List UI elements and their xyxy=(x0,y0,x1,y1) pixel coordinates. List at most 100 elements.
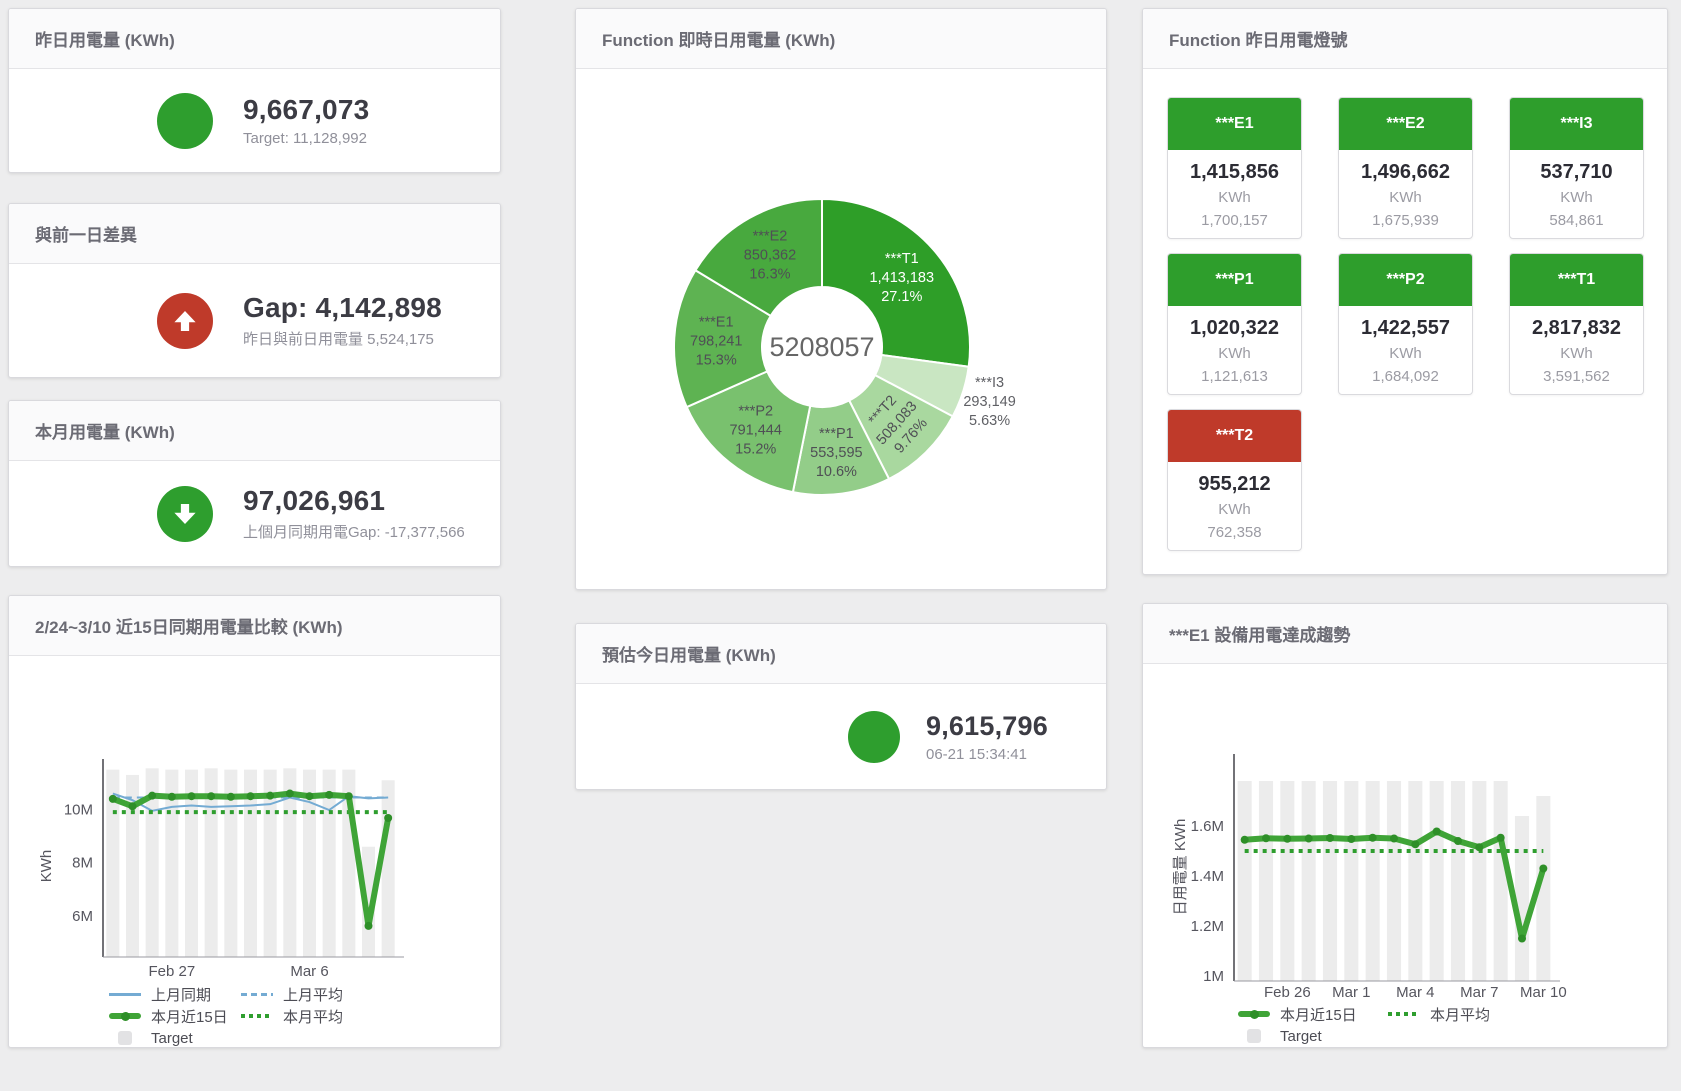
x-tick-label: Mar 10 xyxy=(1520,984,1567,1001)
stat-subtitle: Target: 11,128,992 xyxy=(243,130,369,147)
legend-item-本月平均[interactable]: 本月平均 xyxy=(1388,1004,1490,1024)
data-point xyxy=(1539,865,1547,873)
lamp-tile-previous-value: 1,684,092 xyxy=(1339,366,1472,389)
panel-lamp-status: Function 昨日用電燈號 ***E11,415,856KWh1,700,1… xyxy=(1142,8,1668,575)
target-bar xyxy=(1387,781,1401,981)
lamp-tile-name: ***P2 xyxy=(1339,254,1472,306)
legend-item-Target[interactable]: Target xyxy=(109,1028,241,1048)
legend-label: 上月平均 xyxy=(283,984,343,1005)
data-point xyxy=(1241,836,1249,844)
data-point xyxy=(1262,834,1270,842)
donut-center-total: 5208057 xyxy=(769,332,874,362)
data-point xyxy=(1454,837,1462,845)
lamp-tile-previous-value: 1,700,157 xyxy=(1168,210,1301,233)
y-tick-label: 1.6M xyxy=(1191,818,1224,835)
data-point xyxy=(188,792,196,800)
lamp-tile-unit: KWh xyxy=(1168,499,1301,522)
data-point xyxy=(247,792,255,800)
lamp-tile: ***P11,020,322KWh1,121,613 xyxy=(1167,253,1302,395)
stat-value: 9,667,073 xyxy=(243,94,369,126)
stat-value: Gap: 4,142,898 xyxy=(243,292,442,324)
panel-title: 預估今日用電量 (KWh) xyxy=(576,624,1106,684)
lamp-tile-unit: KWh xyxy=(1510,343,1643,366)
lamp-tile-previous-value: 1,121,613 xyxy=(1168,366,1301,389)
x-tick-label: Mar 1 xyxy=(1332,984,1370,1001)
data-point xyxy=(306,792,314,800)
data-point xyxy=(286,790,294,798)
panel-title: 昨日用電量 (KWh) xyxy=(9,9,500,69)
panel-title: Function 即時日用電量 (KWh) xyxy=(576,9,1106,69)
panel-title: Function 昨日用電燈號 xyxy=(1143,9,1667,69)
data-point xyxy=(325,791,333,799)
lamp-tile-previous-value: 1,675,939 xyxy=(1339,210,1472,233)
legend-item-本月近15日[interactable]: 本月近15日 xyxy=(1238,1004,1388,1024)
donut-slice-label: ***I3293,1495.63% xyxy=(963,375,1015,429)
arrow-down-icon xyxy=(157,486,213,542)
data-point xyxy=(1475,843,1483,851)
legend-item-Target[interactable]: Target xyxy=(1238,1026,1388,1046)
data-point xyxy=(227,793,235,801)
lamp-tile-unit: KWh xyxy=(1510,187,1643,210)
data-point xyxy=(129,802,137,810)
x-tick-label: Mar 7 xyxy=(1460,984,1498,1001)
target-bar xyxy=(1494,781,1508,981)
lamp-tile-grid: ***E11,415,856KWh1,700,157***E21,496,662… xyxy=(1143,69,1667,575)
data-point xyxy=(148,792,156,800)
status-circle-icon xyxy=(848,711,900,763)
lamp-tile-value: 1,415,856 xyxy=(1168,157,1301,187)
stat-value: 97,026,961 xyxy=(243,485,465,517)
lamp-tile: ***E21,496,662KWh1,675,939 xyxy=(1338,97,1473,239)
lamp-tile-value: 1,496,662 xyxy=(1339,157,1472,187)
target-bar xyxy=(1280,781,1294,981)
target-bar xyxy=(382,780,395,957)
lamp-tile-unit: KWh xyxy=(1339,343,1472,366)
stat-subtitle: 昨日與前日用電量 5,524,175 xyxy=(243,328,442,349)
legend-swatch-icon xyxy=(241,993,273,996)
panel-day-gap: 與前一日差異 Gap: 4,142,898 昨日與前日用電量 5,524,175 xyxy=(8,203,501,378)
data-point xyxy=(1497,834,1505,842)
data-point xyxy=(1347,835,1355,843)
legend-item-上月平均[interactable]: 上月平均 xyxy=(241,984,343,1004)
trend-chart-legend: 本月近15日 本月平均 Target xyxy=(1238,1004,1490,1046)
legend-item-本月近15日[interactable]: 本月近15日 xyxy=(109,1006,241,1026)
legend-label: Target xyxy=(1280,1028,1322,1045)
y-tick-label: 8M xyxy=(72,855,93,872)
legend-item-上月同期[interactable]: 上月同期 xyxy=(109,984,241,1004)
data-point xyxy=(384,814,392,822)
y-tick-label: 6M xyxy=(72,908,93,925)
y-tick-label: 1.2M xyxy=(1191,918,1224,935)
function-usage-donut-chart: ***T11,413,18327.1%***I3293,1495.63%***T… xyxy=(576,69,1106,589)
target-bar xyxy=(1430,781,1444,981)
legend-swatch-icon xyxy=(241,1014,273,1018)
target-bar xyxy=(1259,781,1273,981)
target-bar xyxy=(1515,816,1529,981)
stat-value: 9,615,796 xyxy=(926,711,1048,742)
target-bar xyxy=(1302,781,1316,981)
lamp-tile-name: ***T2 xyxy=(1168,410,1301,462)
target-bar xyxy=(1366,781,1380,981)
panel-title: 與前一日差異 xyxy=(9,204,500,264)
panel-title: 本月用電量 (KWh) xyxy=(9,401,500,461)
data-point xyxy=(1305,835,1313,843)
data-point xyxy=(1369,834,1377,842)
legend-item-本月平均[interactable]: 本月平均 xyxy=(241,1006,343,1026)
y-tick-label: 10M xyxy=(64,801,93,818)
y-axis-label: 日用電量 KWh xyxy=(1172,819,1189,916)
dashboard: { "colors": { "green": "#2e9e2e", "red":… xyxy=(0,0,1681,1091)
legend-label: Target xyxy=(151,1030,193,1047)
panel-month-usage: 本月用電量 (KWh) 97,026,961 上個月同期用電Gap: -17,3… xyxy=(8,400,501,567)
legend-label: 上月同期 xyxy=(151,984,211,1005)
x-tick-label: Feb 27 xyxy=(148,963,195,980)
compare-chart-legend: 上月同期 上月平均本月近15日本月平均 Target xyxy=(109,984,343,1048)
data-point xyxy=(1326,834,1334,842)
panel-realtime-donut: Function 即時日用電量 (KWh) ***T11,413,18327.1… xyxy=(575,8,1107,590)
lamp-tile-value: 2,817,832 xyxy=(1510,313,1643,343)
target-bar xyxy=(1451,781,1465,981)
legend-swatch-icon xyxy=(118,1031,132,1045)
data-point xyxy=(1390,835,1398,843)
legend-label: 本月近15日 xyxy=(1280,1004,1357,1025)
panel-forecast: 預估今日用電量 (KWh) 9,615,796 06-21 15:34:41 xyxy=(575,623,1107,790)
lamp-tile-unit: KWh xyxy=(1168,343,1301,366)
legend-label: 本月近15日 xyxy=(151,1006,228,1027)
lamp-tile-name: ***T1 xyxy=(1510,254,1643,306)
